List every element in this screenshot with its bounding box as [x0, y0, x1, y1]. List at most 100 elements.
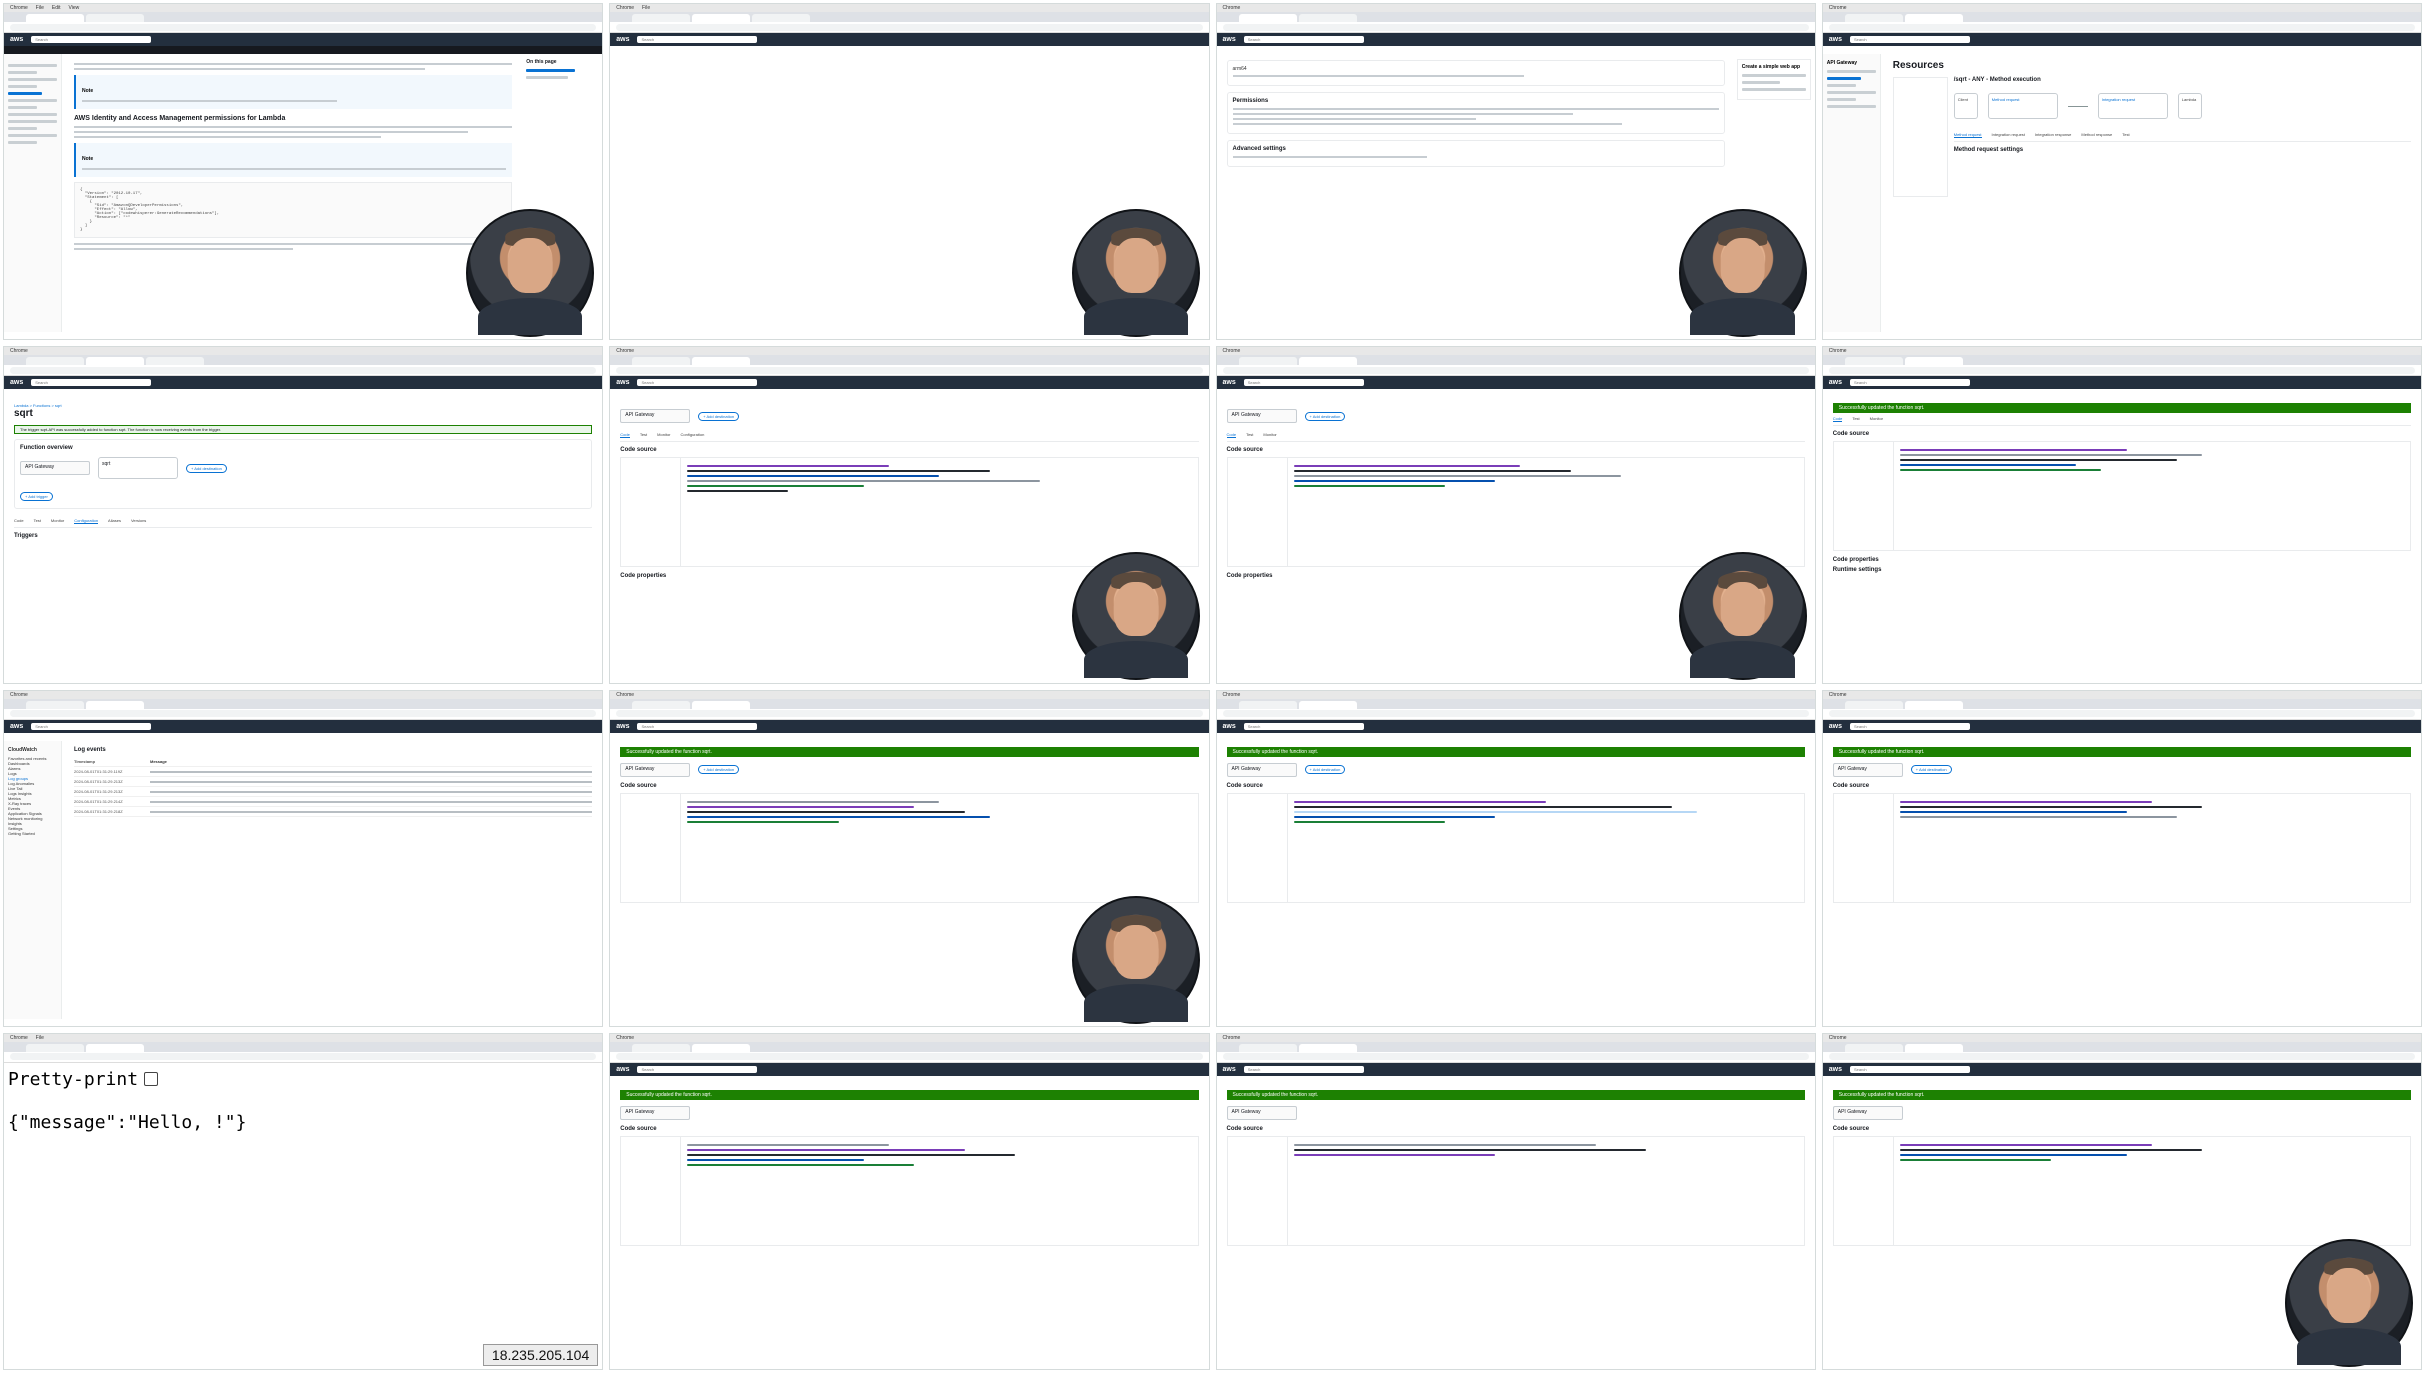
search-input[interactable]: Search — [31, 379, 152, 387]
tab-test[interactable]: Test — [640, 432, 647, 438]
aws-logo[interactable]: aws — [1223, 379, 1236, 386]
url-input[interactable] — [1828, 23, 2415, 31]
file-tree[interactable] — [621, 458, 682, 567]
aws-logo[interactable]: aws — [10, 36, 23, 43]
browser-tab[interactable] — [1844, 1043, 1903, 1052]
url-input[interactable] — [616, 366, 1203, 374]
browser-tab[interactable] — [692, 1043, 751, 1052]
browser-tab[interactable] — [692, 357, 751, 366]
function-box[interactable]: sqrt — [98, 457, 178, 480]
menu-chrome[interactable]: Chrome — [616, 692, 634, 698]
search-input[interactable]: Search — [31, 36, 152, 43]
trigger-api-gateway[interactable]: API Gateway — [1226, 762, 1297, 777]
url-input[interactable] — [616, 23, 1203, 31]
menu-chrome[interactable]: Chrome — [10, 1035, 28, 1041]
aws-logo[interactable]: aws — [616, 723, 629, 730]
url-input[interactable] — [1828, 1053, 2415, 1061]
tab-monitor[interactable]: Monitor — [1263, 432, 1276, 438]
url-input[interactable] — [1828, 710, 2415, 717]
advanced-settings-toggle[interactable]: Advanced settings — [1233, 146, 1719, 152]
aws-logo[interactable]: aws — [616, 379, 629, 386]
trigger-api-gateway[interactable]: API Gateway — [620, 409, 691, 424]
tab-method-response[interactable]: Method response — [2081, 132, 2112, 138]
aws-logo[interactable]: aws — [1829, 723, 1842, 730]
tab-integration-request[interactable]: Integration request — [1992, 132, 2025, 138]
log-row[interactable]: 2024-08-01T01:31:29.119Z — [74, 767, 593, 777]
browser-tab[interactable] — [1238, 14, 1297, 22]
url-input[interactable] — [1222, 710, 1809, 717]
search-input[interactable]: Search — [637, 1065, 758, 1073]
trigger-api-gateway[interactable]: API Gateway — [20, 461, 90, 476]
tab-integration-response[interactable]: Integration response — [2035, 132, 2071, 138]
url-input[interactable] — [10, 23, 597, 31]
browser-tab[interactable] — [1904, 700, 1963, 709]
browser-tab[interactable] — [632, 700, 691, 709]
menu-chrome[interactable]: Chrome — [1223, 1035, 1241, 1041]
file-tree[interactable] — [1228, 1136, 1288, 1245]
browser-tab[interactable] — [1298, 1043, 1357, 1052]
browser-tab[interactable] — [86, 700, 144, 709]
pretty-print-control[interactable]: Pretty-print — [8, 1069, 598, 1090]
search-input[interactable]: Search — [1243, 379, 1364, 387]
tab-aliases[interactable]: Aliases — [108, 518, 121, 524]
search-input[interactable]: Search — [637, 379, 758, 387]
menu-view[interactable]: View — [68, 5, 79, 11]
url-input[interactable] — [10, 710, 597, 717]
tab-test[interactable]: Test — [1246, 432, 1253, 438]
add-destination-button[interactable]: + Add destination — [1304, 765, 1346, 774]
browser-tab[interactable] — [1844, 357, 1903, 366]
menu-chrome[interactable]: Chrome — [1829, 348, 1847, 354]
aws-logo[interactable]: aws — [1223, 723, 1236, 730]
tab-configuration[interactable]: Configuration — [681, 432, 705, 438]
browser-tab[interactable] — [692, 700, 751, 709]
search-input[interactable]: Search — [1243, 1065, 1364, 1073]
tab-method-request[interactable]: Method request — [1953, 132, 1982, 138]
trigger-api-gateway[interactable]: API Gateway — [1832, 762, 1903, 777]
tab-test[interactable]: Test — [34, 518, 41, 524]
code-editor[interactable] — [620, 1135, 1199, 1246]
browser-tab[interactable] — [26, 357, 84, 366]
aws-logo[interactable]: aws — [10, 379, 23, 386]
tab-versions[interactable]: Versions — [131, 518, 146, 524]
menu-chrome[interactable]: Chrome — [1829, 692, 1847, 698]
menu-chrome[interactable]: Chrome — [616, 1035, 634, 1041]
resource-tree[interactable] — [1892, 77, 1948, 197]
menu-chrome[interactable]: Chrome — [10, 348, 28, 354]
nav-item[interactable]: Getting Started — [8, 831, 57, 836]
code-editor[interactable] — [1226, 792, 1805, 903]
add-destination-button[interactable]: + Add destination — [1910, 765, 1952, 774]
menu-chrome[interactable]: Chrome — [10, 5, 28, 11]
browser-tab[interactable] — [1844, 700, 1903, 709]
file-tree[interactable] — [621, 793, 682, 902]
search-input[interactable]: Search — [1243, 36, 1364, 43]
tab-code[interactable]: Code — [14, 518, 24, 524]
trigger-api-gateway[interactable]: API Gateway — [1226, 409, 1297, 424]
search-input[interactable]: Search — [1849, 1065, 1970, 1073]
browser-tab[interactable] — [26, 700, 84, 709]
aws-logo[interactable]: aws — [10, 723, 23, 730]
add-destination-button[interactable]: + Add destination — [698, 765, 740, 774]
method-request-link[interactable]: Method request — [1987, 93, 2058, 119]
trigger-api-gateway[interactable]: API Gateway — [620, 1105, 691, 1120]
url-input[interactable] — [10, 366, 597, 374]
aws-logo[interactable]: aws — [1223, 1066, 1236, 1073]
aws-logo[interactable]: aws — [616, 1066, 629, 1073]
menu-chrome[interactable]: Chrome — [1223, 692, 1241, 698]
browser-tab[interactable] — [1238, 1043, 1297, 1052]
add-trigger-button[interactable]: + Add trigger — [20, 492, 53, 502]
menu-file[interactable]: File — [36, 1035, 44, 1041]
menu-chrome[interactable]: Chrome — [1829, 5, 1847, 11]
tab-code[interactable]: Code — [1832, 416, 1843, 423]
browser-tab[interactable] — [1238, 700, 1297, 709]
code-editor[interactable] — [1832, 441, 2411, 552]
browser-tab[interactable] — [1298, 14, 1357, 22]
code-editor[interactable] — [1226, 1135, 1805, 1246]
menu-chrome[interactable]: Chrome — [1829, 1035, 1847, 1041]
browser-tab[interactable] — [26, 1043, 84, 1052]
tab-monitor[interactable]: Monitor — [51, 518, 64, 524]
browser-tab[interactable] — [692, 14, 751, 22]
browser-tab[interactable] — [632, 1043, 691, 1052]
log-row[interactable]: 2024-08-01T01:31:29.213Z — [74, 787, 593, 797]
url-input[interactable] — [1828, 366, 2415, 374]
trigger-api-gateway[interactable]: API Gateway — [620, 762, 691, 777]
